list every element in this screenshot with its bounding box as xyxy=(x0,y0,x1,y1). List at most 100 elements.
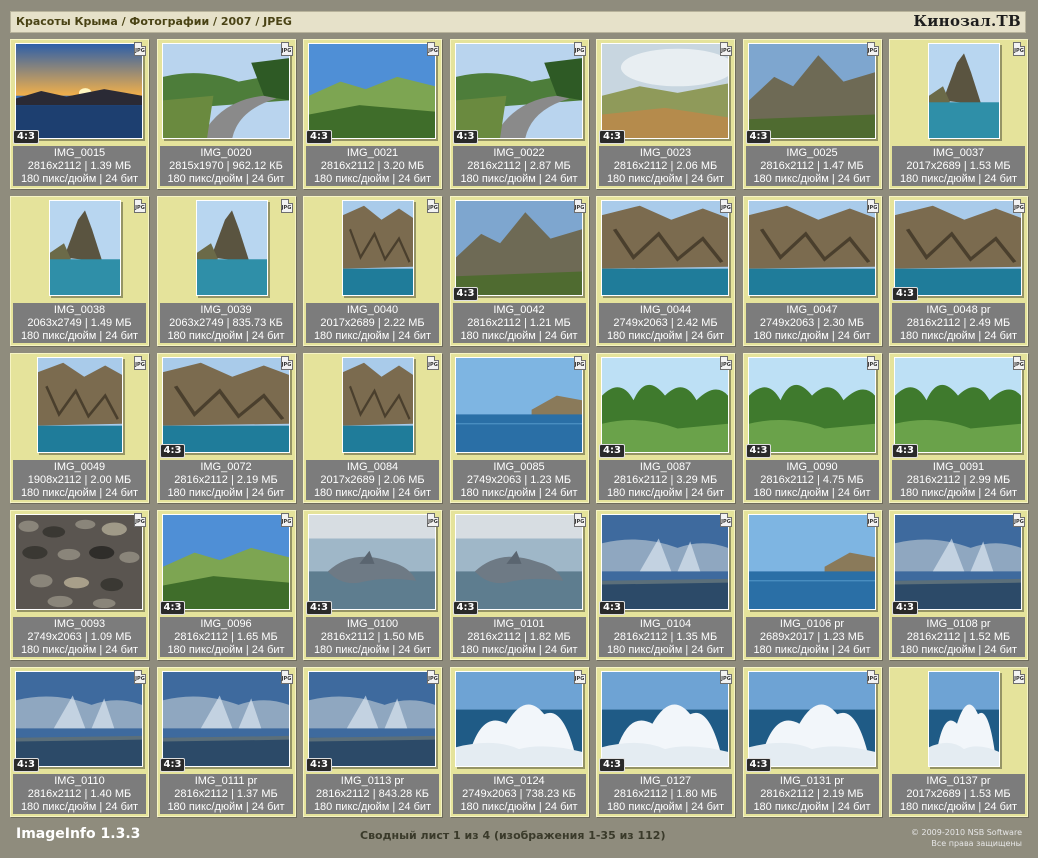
file-name: IMG_0137 pr xyxy=(926,775,991,787)
thumbnail-card[interactable]: JPG IMG_0047 2749x2063 | 2.30 МБ 180 пикс/д… xyxy=(742,196,882,346)
file-dimensions: 2816x2112 | 1.35 МБ xyxy=(613,631,718,643)
thumbnail-image[interactable] xyxy=(161,357,290,453)
thumbnail-card[interactable]: JPG IMG_0084 2017x2689 | 2.06 МБ 180 пикс/д… xyxy=(303,353,442,503)
breadcrumb: Красоты Крыма / Фотографии / 2007 / JPEG xyxy=(16,15,292,28)
thumbnail-card[interactable]: JPG 4:3 IMG_0101 2816x2112 | 1.82 МБ 180 пик… xyxy=(449,510,589,660)
thumbnail-image[interactable] xyxy=(161,43,290,139)
thumbnail-card[interactable]: JPG IMG_0106 pr 2689x2017 | 1.23 МБ 180 пик… xyxy=(742,510,882,660)
thumbnail-image[interactable] xyxy=(894,514,1022,610)
thumbnail-card[interactable]: JPG 4:3 IMG_0111 pr 2816x2112 | 1.37 МБ 180 … xyxy=(156,667,296,817)
thumbnail-image[interactable] xyxy=(454,514,583,610)
jpg-file-icon: JPG xyxy=(134,513,146,527)
file-dimensions: 2816x2112 | 843.28 КБ xyxy=(316,788,429,800)
thumbnail-card[interactable]: JPG IMG_0124 2749x2063 | 738.23 КБ 180 пикс… xyxy=(449,667,589,817)
file-meta: 180 пикс/дюйм | 24 бит xyxy=(460,801,578,813)
thumbnail-image[interactable] xyxy=(601,514,729,610)
thumbnail-image[interactable] xyxy=(747,671,876,767)
thumbnail-card[interactable]: JPG IMG_0037 2017x2689 | 1.53 МБ 180 пикс/д… xyxy=(889,39,1028,189)
thumbnail-card[interactable]: JPG 4:3 IMG_0113 pr 2816x2112 | 843.28 КБ 18… xyxy=(303,667,442,817)
thumbnail-card[interactable]: JPG 4:3 IMG_0104 2816x2112 | 1.35 МБ 180 пик… xyxy=(596,510,735,660)
thumbnail-image[interactable] xyxy=(49,200,121,296)
thumbnail-image[interactable] xyxy=(747,514,876,610)
file-meta: 180 пикс/дюйм | 24 бит xyxy=(460,487,578,499)
thumbnail-card[interactable]: JPG 4:3 IMG_0042 2816x2112 | 1.21 МБ 180 пик… xyxy=(449,196,589,346)
thumbnail-card[interactable]: JPG IMG_0085 2749x2063 | 1.23 МБ 180 пикс/д… xyxy=(449,353,589,503)
thumbnail-image[interactable] xyxy=(894,200,1022,296)
file-name: IMG_0127 xyxy=(639,775,692,787)
thumbnail-image[interactable] xyxy=(161,514,290,610)
thumbnail-card[interactable]: JPG 4:3 IMG_0090 2816x2112 | 4.75 МБ 180 пик… xyxy=(742,353,882,503)
thumbnail-card[interactable]: JPG IMG_0038 2063x2749 | 1.49 МБ 180 пикс/д… xyxy=(10,196,149,346)
page-summary: Сводный лист 1 из 4 (изображения 1-35 из… xyxy=(360,829,666,842)
thumbnail-info: IMG_0020 2815x1970 | 962.12 КБ 180 пикс/дю… xyxy=(159,146,293,186)
thumbnail-image[interactable] xyxy=(15,514,143,610)
thumbnail-card[interactable]: JPG 4:3 IMG_0100 2816x2112 | 1.50 МБ 180 пик… xyxy=(303,510,442,660)
thumbnail-image[interactable] xyxy=(308,43,436,139)
jpg-file-icon: JPG xyxy=(573,670,586,684)
thumbnail-image[interactable] xyxy=(342,357,414,453)
thumbnail-card[interactable]: JPG 4:3 IMG_0023 2816x2112 | 2.06 МБ 180 пик… xyxy=(596,39,735,189)
thumbnail-image[interactable] xyxy=(747,43,876,139)
thumbnail-card[interactable]: JPG 4:3 IMG_0087 2816x2112 | 3.29 МБ 180 пик… xyxy=(596,353,735,503)
thumbnail-card[interactable]: JPG IMG_0093 2749x2063 | 1.09 МБ 180 пикс/д… xyxy=(10,510,149,660)
thumbnail-card[interactable]: JPG 4:3 IMG_0091 2816x2112 | 2.99 МБ 180 пик… xyxy=(889,353,1028,503)
thumbnail-info: IMG_0022 2816x2112 | 2.87 МБ 180 пикс/дюйм… xyxy=(452,146,586,186)
thumbnail-card[interactable]: JPG 4:3 IMG_0108 pr 2816x2112 | 1.52 МБ 180 … xyxy=(889,510,1028,660)
thumbnail-card[interactable]: JPG IMG_0044 2749x2063 | 2.42 МБ 180 пикс/д… xyxy=(596,196,735,346)
jpg-file-icon: JPG xyxy=(280,199,293,213)
thumbnail-image[interactable] xyxy=(454,43,583,139)
file-meta: 180 пикс/дюйм | 24 бит xyxy=(753,330,871,342)
thumbnail-info: IMG_0124 2749x2063 | 738.23 КБ 180 пикс/дю… xyxy=(452,774,586,814)
thumbnail-image[interactable] xyxy=(308,671,436,767)
thumbnail-image[interactable] xyxy=(747,200,876,296)
thumbnail-card[interactable]: JPG 4:3 IMG_0127 2816x2112 | 1.80 МБ 180 пик… xyxy=(596,667,735,817)
thumbnail-card[interactable]: JPG 4:3 IMG_0096 2816x2112 | 1.65 МБ 180 пик… xyxy=(156,510,296,660)
aspect-ratio-badge: 4:3 xyxy=(13,758,39,772)
thumbnail-card[interactable]: JPG 4:3 IMG_0072 2816x2112 | 2.19 МБ 180 пик… xyxy=(156,353,296,503)
thumbnail-image[interactable] xyxy=(454,357,583,453)
thumbnail-image[interactable] xyxy=(308,514,436,610)
thumbnail-card[interactable]: JPG 4:3 IMG_0022 2816x2112 | 2.87 МБ 180 пик… xyxy=(449,39,589,189)
file-dimensions: 2749x2063 | 1.09 МБ xyxy=(27,631,132,643)
brand-logo: Кинозал.ТВ xyxy=(913,12,1021,30)
thumbnail-card[interactable]: JPG IMG_0039 2063x2749 | 835.73 КБ 180 пикс… xyxy=(156,196,296,346)
thumbnail-image[interactable] xyxy=(342,200,414,296)
thumbnail-image[interactable] xyxy=(161,671,290,767)
thumbnail-card[interactable]: JPG 4:3 IMG_0025 2816x2112 | 1.47 МБ 180 пик… xyxy=(742,39,882,189)
aspect-ratio-badge: 4:3 xyxy=(452,130,479,144)
file-meta: 180 пикс/дюйм | 24 бит xyxy=(313,173,432,185)
thumbnail-card[interactable]: JPG 4:3 IMG_0021 2816x2112 | 3.20 МБ 180 пик… xyxy=(303,39,442,189)
thumbnail-image[interactable] xyxy=(454,200,583,296)
thumbnail-card[interactable]: JPG 4:3 IMG_0110 2816x2112 | 1.40 МБ 180 пик… xyxy=(10,667,149,817)
thumbnail-image[interactable] xyxy=(928,43,1000,139)
thumbnail-image[interactable] xyxy=(454,671,583,767)
thumbnail-card[interactable]: JPG IMG_0040 2017x2689 | 2.22 МБ 180 пикс/д… xyxy=(303,196,442,346)
thumbnail-image[interactable] xyxy=(15,671,143,767)
thumbnail-image[interactable] xyxy=(747,357,876,453)
jpg-file-icon: JPG xyxy=(573,42,586,56)
thumbnail-card[interactable]: JPG IMG_0020 2815x1970 | 962.12 КБ 180 пикс… xyxy=(156,39,296,189)
file-dimensions: 2816x2112 | 2.19 МБ xyxy=(174,474,278,486)
thumbnail-image[interactable] xyxy=(928,671,1000,767)
thumbnail-image[interactable] xyxy=(37,357,123,453)
thumbnail-image[interactable] xyxy=(601,43,729,139)
thumbnail-info: IMG_0047 2749x2063 | 2.30 МБ 180 пикс/дюйм… xyxy=(745,303,879,343)
thumbnail-card[interactable]: JPG 4:3 IMG_0131 pr 2816x2112 | 2.19 МБ 180 … xyxy=(742,667,882,817)
file-dimensions: 2816x2112 | 1.37 МБ xyxy=(174,788,278,800)
thumbnail-info: IMG_0106 pr 2689x2017 | 1.23 МБ 180 пикс/д… xyxy=(745,617,879,657)
thumbnail-card[interactable]: JPG 4:3 IMG_0048 pr 2816x2112 | 2.49 МБ 180 … xyxy=(889,196,1028,346)
thumbnail-image[interactable] xyxy=(894,357,1022,453)
thumbnail-image[interactable] xyxy=(601,357,729,453)
thumbnail-image[interactable] xyxy=(195,200,268,296)
jpg-file-icon: JPG xyxy=(134,42,146,56)
thumbnail-image[interactable] xyxy=(15,43,143,139)
thumbnail-card[interactable]: JPG IMG_0049 1908x2112 | 2.00 МБ 180 пикс/д… xyxy=(10,353,149,503)
thumbnail-image[interactable] xyxy=(601,671,729,767)
thumbnail-image[interactable] xyxy=(601,200,729,296)
thumbnail-card[interactable]: JPG 4:3 IMG_0015 2816x2112 | 1.39 МБ 180 пик… xyxy=(10,39,149,189)
thumbnail-info: IMG_0023 2816x2112 | 2.06 МБ 180 пикс/дюйм… xyxy=(599,146,732,186)
jpg-file-icon: JPG xyxy=(720,513,732,527)
aspect-ratio-badge: 4:3 xyxy=(599,601,625,615)
thumbnail-info: IMG_0090 2816x2112 | 4.75 МБ 180 пикс/дюйм… xyxy=(745,460,879,500)
thumbnail-card[interactable]: JPG IMG_0137 pr 2017x2689 | 1.53 МБ 180 пик… xyxy=(889,667,1028,817)
